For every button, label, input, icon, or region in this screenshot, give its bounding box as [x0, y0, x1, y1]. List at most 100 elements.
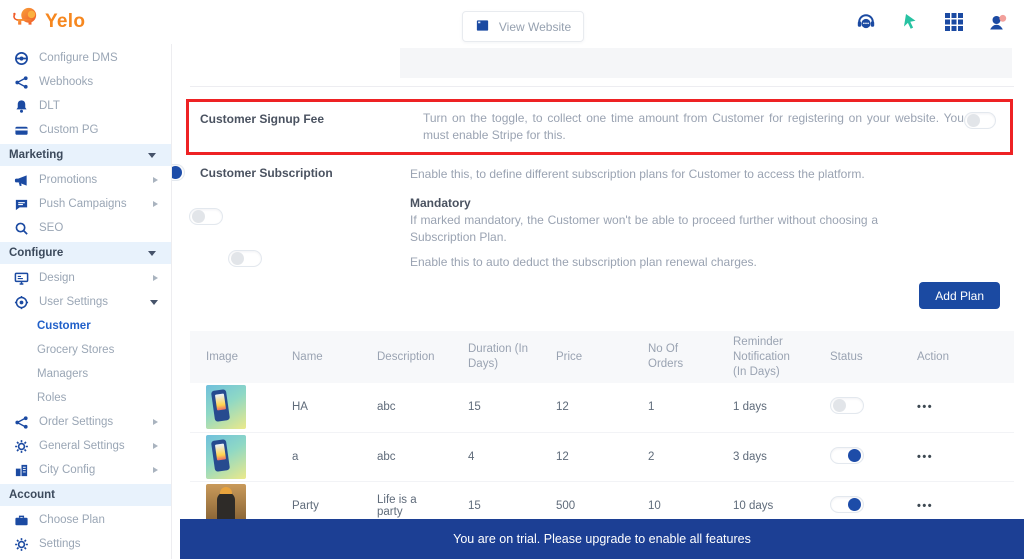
search-icon	[14, 221, 29, 236]
sidebar-item-label: Push Campaigns	[39, 198, 127, 210]
cell-duration: 4	[468, 450, 475, 463]
sidebar-item-settings[interactable]: Settings	[0, 532, 171, 556]
chat-icon	[14, 197, 29, 212]
payment-icon	[14, 123, 29, 138]
add-plan-button[interactable]: Add Plan	[919, 282, 1000, 309]
sidebar-item-label: Design	[39, 272, 75, 284]
profile-avatar-icon[interactable]	[988, 12, 1008, 32]
apps-grid-icon[interactable]	[944, 12, 964, 32]
status-toggle[interactable]	[830, 446, 864, 464]
gear-icon	[14, 439, 29, 454]
column-header-duration-in-days-: Duration (In Days)	[468, 343, 529, 370]
webhooks-icon	[14, 75, 29, 90]
megaphone-icon	[14, 173, 29, 188]
briefcase-icon	[14, 513, 29, 528]
top-header: Yelo View Website	[0, 0, 1024, 44]
sidebar-item-label: Roles	[37, 392, 67, 404]
plans-table: Image Name Description Duration (In Days) Pr…	[190, 331, 1014, 531]
column-header-description: Description	[377, 350, 435, 363]
cell-duration: 15	[468, 401, 481, 414]
status-toggle[interactable]	[830, 495, 864, 513]
cell-reminder: 3 days	[733, 450, 767, 463]
sidebar-item-promotions[interactable]: Promotions	[0, 168, 171, 192]
auto-renewal-toggle[interactable]	[227, 250, 262, 267]
sidebar-item-user-settings[interactable]: User Settings	[0, 290, 171, 314]
mandatory-toggle[interactable]	[189, 208, 224, 225]
sidebar-section-label: Account	[9, 489, 55, 501]
sidebar-nav: Configure DMS Webhooks DLT Custom PG Marketi…	[0, 44, 172, 559]
building-icon	[14, 463, 29, 478]
cell-reminder: 1 days	[733, 401, 767, 414]
sidebar-item-configure-dms[interactable]: Configure DMS	[0, 46, 171, 70]
referral-cursor-icon[interactable]	[900, 12, 920, 32]
trial-banner: You are on trial. Please upgrade to enab…	[180, 519, 1024, 559]
column-header-reminder-notification-in-days-: Reminder Notification (In Days)	[733, 335, 790, 378]
column-header-image: Image	[206, 350, 238, 363]
sidebar-item-label: DLT	[39, 100, 60, 112]
sidebar-item-dlt[interactable]: DLT	[0, 94, 171, 118]
yelo-logo[interactable]: Yelo	[10, 6, 85, 37]
signup-fee-description: Turn on the toggle, to collect one time …	[423, 111, 964, 142]
mandatory-description: If marked mandatory, the Customer won't …	[410, 213, 878, 244]
sidebar-item-roles[interactable]: Roles	[0, 386, 171, 410]
row-actions-button[interactable]: •••	[917, 401, 933, 413]
row-actions-button[interactable]: •••	[917, 451, 933, 463]
column-header-action: Action	[917, 350, 949, 363]
bell-icon	[14, 99, 29, 114]
cell-orders: 1	[648, 401, 655, 414]
row-actions-button[interactable]: •••	[917, 500, 933, 512]
plan-image	[206, 434, 246, 479]
cell-price: 12	[556, 401, 569, 414]
sidebar-item-label: User Settings	[39, 296, 109, 308]
sidebar-item-grocery-stores[interactable]: Grocery Stores	[0, 338, 171, 362]
section-divider	[190, 86, 1014, 87]
column-header-name: Name	[292, 350, 323, 363]
cell-description: abc	[377, 450, 396, 463]
sidebar-item-seo[interactable]: SEO	[0, 216, 171, 240]
sidebar-item-label: Grocery Stores	[37, 344, 115, 356]
sidebar-item-label: Managers	[37, 368, 89, 380]
gear-icon	[14, 537, 29, 552]
cell-description: abc	[377, 401, 396, 414]
chevron-right-icon	[153, 443, 158, 449]
sidebar-item-label: Configure DMS	[39, 52, 118, 64]
sidebar-item-label: Choose Plan	[39, 514, 105, 526]
table-row: HA abc 15 12 1 1 days •••	[190, 383, 1014, 432]
sidebar-item-push-campaigns[interactable]: Push Campaigns	[0, 192, 171, 216]
sidebar-section-label: Configure	[9, 247, 64, 259]
sidebar-section-account[interactable]: Account	[0, 484, 171, 506]
header-icon-group	[856, 12, 1008, 32]
table-row: a abc 4 12 2 3 days •••	[190, 432, 1014, 481]
column-header-no-of-orders: No Of Orders	[648, 343, 684, 370]
sidebar-section-label: Marketing	[9, 149, 64, 161]
sidebar-item-customer[interactable]: Customer	[0, 314, 171, 338]
sidebar-item-webhooks[interactable]: Webhooks	[0, 70, 171, 94]
sidebar-item-design[interactable]: Design	[0, 266, 171, 290]
support-chat-icon[interactable]	[856, 12, 876, 32]
sidebar-section-configure[interactable]: Configure	[0, 242, 171, 264]
customer-signup-fee-section: Customer Signup Fee Turn on the toggle, …	[186, 99, 1013, 155]
subscription-description: Enable this, to define different subscri…	[410, 167, 865, 181]
cell-orders: 2	[648, 450, 655, 463]
sidebar-item-label: Settings	[39, 538, 81, 550]
chevron-right-icon	[153, 419, 158, 425]
main-content: Customer Signup Fee Turn on the toggle, …	[151, 44, 1024, 559]
sidebar-item-label: Custom PG	[39, 124, 99, 136]
cell-price: 12	[556, 450, 569, 463]
plan-image	[206, 385, 246, 430]
sidebar-item-order-settings[interactable]: Order Settings	[0, 410, 171, 434]
sidebar-item-label: SEO	[39, 222, 64, 234]
sidebar-item-label: Order Settings	[39, 416, 114, 428]
sidebar-item-city-config[interactable]: City Config	[0, 458, 171, 482]
website-icon	[475, 18, 490, 36]
sidebar-item-choose-plan[interactable]: Choose Plan	[0, 508, 171, 532]
signup-fee-toggle[interactable]	[963, 112, 996, 129]
sidebar-item-general-settings[interactable]: General Settings	[0, 434, 171, 458]
status-toggle[interactable]	[830, 397, 864, 415]
sidebar-item-custom-pg[interactable]: Custom PG	[0, 118, 171, 142]
chevron-right-icon	[153, 201, 158, 207]
sidebar-item-managers[interactable]: Managers	[0, 362, 171, 386]
sidebar-section-marketing[interactable]: Marketing	[0, 144, 171, 166]
view-website-button[interactable]: View Website	[462, 11, 584, 42]
sidebar-item-label: Webhooks	[39, 76, 94, 88]
